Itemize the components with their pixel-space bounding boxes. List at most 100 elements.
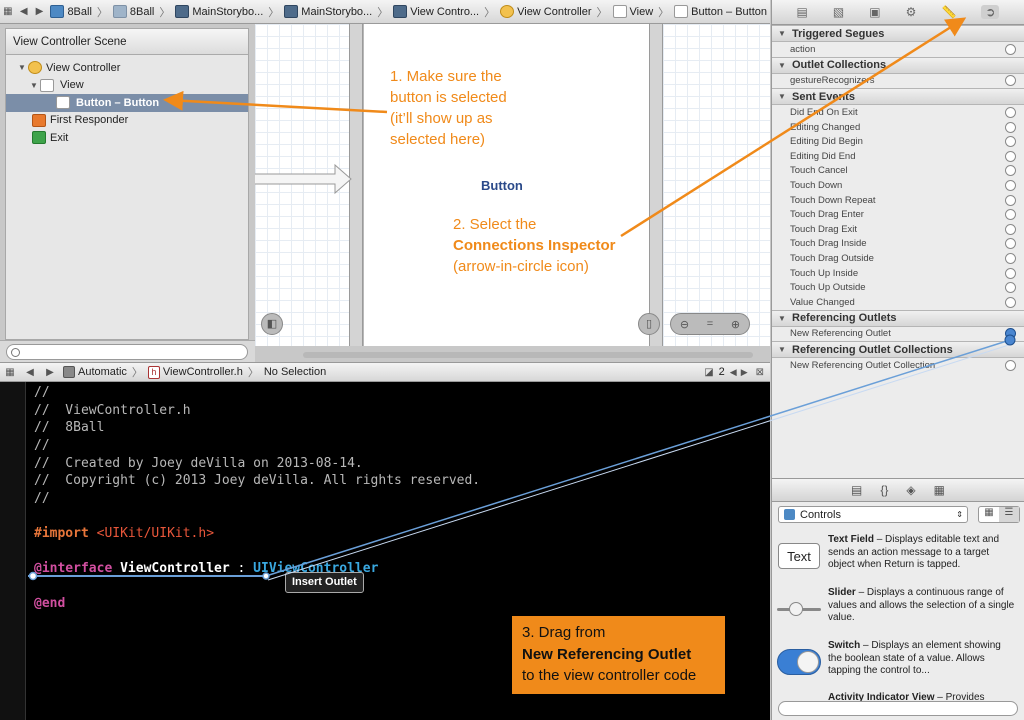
media-library-icon[interactable]: ▦ bbox=[934, 483, 945, 497]
inspector-connection-row[interactable]: Touch Down Repeat bbox=[772, 193, 1024, 208]
related-files-icon[interactable]: ▦ bbox=[0, 367, 20, 378]
connection-circle-icon[interactable] bbox=[1005, 194, 1016, 206]
file-inspector-icon[interactable]: ▤ bbox=[797, 5, 808, 19]
connection-circle-icon[interactable] bbox=[1005, 328, 1016, 340]
back-arrow-icon[interactable]: ◀ bbox=[20, 367, 40, 378]
disclosure-triangle-icon[interactable]: ▼ bbox=[28, 81, 40, 90]
library-item-slider[interactable]: Slider – Displays a continuous range of … bbox=[776, 587, 1016, 637]
canvas-toggle-outline-button[interactable]: ◧ bbox=[261, 313, 283, 335]
storyboard-canvas[interactable]: Button ◧ ▯ ⊖ = ⊕ bbox=[255, 24, 770, 358]
inspector-connection-row[interactable]: action bbox=[772, 42, 1024, 57]
breadcrumb-button[interactable]: Button – Button bbox=[671, 5, 770, 18]
file-template-icon[interactable]: ▤ bbox=[851, 483, 862, 497]
connection-circle-icon[interactable] bbox=[1005, 150, 1016, 162]
inspector-connection-row[interactable]: Touch Down bbox=[772, 178, 1024, 193]
connection-circle-icon[interactable] bbox=[1005, 43, 1016, 55]
grid-view-icon[interactable]: ▦ bbox=[979, 507, 999, 522]
canvas-zoom-controls[interactable]: ⊖ = ⊕ bbox=[670, 313, 750, 335]
inspector-connection-row[interactable]: New Referencing Outlet bbox=[772, 327, 1024, 342]
breadcrumb-storyboard[interactable]: MainStorybo... bbox=[172, 5, 266, 18]
inspector-section-header[interactable]: ▼ Referencing Outlet Collections bbox=[772, 341, 1024, 359]
connections-inspector-icon[interactable]: ➲ bbox=[981, 5, 1000, 19]
disclosure-triangle-icon[interactable]: ▼ bbox=[776, 345, 788, 354]
disclosure-triangle-icon[interactable]: ▼ bbox=[16, 63, 28, 72]
code-snippet-icon[interactable]: {} bbox=[880, 483, 888, 497]
inspector-connection-row[interactable]: Editing Did End bbox=[772, 149, 1024, 164]
inspector-connection-row[interactable]: Touch Up Outside bbox=[772, 280, 1024, 295]
editor-file-breadcrumb[interactable]: h ViewController.h bbox=[145, 365, 246, 379]
inspector-connection-row[interactable]: Editing Did Begin bbox=[772, 134, 1024, 149]
connection-circle-icon[interactable] bbox=[1005, 282, 1016, 294]
connection-circle-icon[interactable] bbox=[1005, 136, 1016, 148]
grid-icon[interactable]: ▦ bbox=[0, 6, 16, 17]
forward-arrow-icon[interactable]: ▶ bbox=[40, 367, 60, 378]
icon-view-toggle[interactable]: ▦ ☰ bbox=[978, 506, 1020, 523]
inspector-connection-row[interactable]: Did End On Exit bbox=[772, 105, 1024, 120]
connection-circle-icon[interactable] bbox=[1005, 223, 1016, 235]
inspector-connection-row[interactable]: Editing Changed bbox=[772, 120, 1024, 135]
inspector-connection-row[interactable]: Touch Up Inside bbox=[772, 266, 1024, 281]
breadcrumb-scene[interactable]: View Contro... bbox=[390, 5, 482, 18]
outline-item-first-responder[interactable]: First Responder bbox=[6, 112, 248, 130]
attributes-inspector-icon[interactable]: ⚙ bbox=[906, 5, 917, 19]
connection-circle-icon[interactable] bbox=[1005, 296, 1016, 308]
identity-inspector-icon[interactable]: ▣ bbox=[869, 5, 880, 19]
disclosure-triangle-icon[interactable]: ▼ bbox=[776, 314, 788, 323]
breadcrumb-folder[interactable]: 8Ball bbox=[110, 5, 157, 18]
size-inspector-icon[interactable]: 📏 bbox=[941, 5, 956, 19]
close-editor-icon[interactable]: ⊠ bbox=[750, 367, 770, 378]
inspector-connection-row[interactable]: Touch Cancel bbox=[772, 164, 1024, 179]
inspector-connection-row[interactable]: Touch Drag Exit bbox=[772, 222, 1024, 237]
previous-counterpart-icon[interactable]: ◀ bbox=[728, 367, 739, 378]
outline-item-view[interactable]: ▼ View bbox=[6, 77, 248, 95]
connection-circle-icon[interactable] bbox=[1005, 209, 1016, 221]
breadcrumb-storyboard-base[interactable]: MainStorybo... bbox=[281, 5, 375, 18]
canvas-button[interactable]: Button bbox=[481, 178, 523, 193]
inspector-connection-row[interactable]: Value Changed bbox=[772, 295, 1024, 310]
connection-circle-icon[interactable] bbox=[1005, 179, 1016, 191]
inspector-section-header[interactable]: ▼ Referencing Outlets bbox=[772, 309, 1024, 327]
library-search-field[interactable] bbox=[778, 701, 1018, 716]
inspector-connection-row[interactable]: Touch Drag Outside bbox=[772, 251, 1024, 266]
connection-circle-icon[interactable] bbox=[1005, 238, 1016, 250]
disclosure-triangle-icon[interactable]: ▼ bbox=[776, 92, 788, 101]
assistant-mode-selector[interactable]: Automatic bbox=[60, 366, 130, 378]
library-filter-dropdown[interactable]: Controls ⇕ bbox=[778, 506, 968, 523]
connection-circle-icon[interactable] bbox=[1005, 165, 1016, 177]
counterpart-menu-icon[interactable]: ◪ bbox=[702, 367, 715, 378]
list-view-icon[interactable]: ☰ bbox=[999, 507, 1019, 522]
scene-header[interactable]: View Controller Scene bbox=[6, 29, 248, 55]
zoom-actual-icon[interactable]: = bbox=[707, 318, 713, 330]
editor-selection-breadcrumb[interactable]: No Selection bbox=[261, 366, 329, 378]
back-arrow-icon[interactable]: ◀ bbox=[16, 6, 32, 17]
object-library-icon[interactable]: ◈ bbox=[906, 483, 915, 497]
next-counterpart-icon[interactable]: ▶ bbox=[739, 367, 750, 378]
connection-circle-icon[interactable] bbox=[1005, 106, 1016, 118]
disclosure-triangle-icon[interactable]: ▼ bbox=[776, 29, 788, 38]
connection-circle-icon[interactable] bbox=[1005, 121, 1016, 133]
breadcrumb-view-controller[interactable]: View Controller bbox=[497, 5, 594, 18]
inspector-connection-row[interactable]: Touch Drag Inside bbox=[772, 237, 1024, 252]
inspector-connection-row[interactable]: New Referencing Outlet Collection bbox=[772, 358, 1024, 373]
inspector-section-header[interactable]: ▼ Outlet Collections bbox=[772, 56, 1024, 74]
zoom-in-icon[interactable]: ⊕ bbox=[731, 318, 740, 331]
outline-filter-field[interactable] bbox=[6, 344, 248, 360]
outline-item-button[interactable]: Button – Button bbox=[6, 94, 248, 112]
inspector-connection-row[interactable]: Touch Drag Enter bbox=[772, 207, 1024, 222]
connection-circle-icon[interactable] bbox=[1005, 75, 1016, 87]
connection-circle-icon[interactable] bbox=[1005, 267, 1016, 279]
connection-circle-icon[interactable] bbox=[1005, 359, 1016, 371]
zoom-out-icon[interactable]: ⊖ bbox=[680, 318, 689, 331]
inspector-section-header[interactable]: ▼ Sent Events bbox=[772, 88, 1024, 106]
inspector-connection-row[interactable]: gestureRecognizers bbox=[772, 74, 1024, 89]
outline-item-view-controller[interactable]: ▼ View Controller bbox=[6, 59, 248, 77]
connection-circle-icon[interactable] bbox=[1005, 252, 1016, 264]
canvas-horizontal-scrollbar[interactable] bbox=[303, 352, 753, 358]
library-item-switch[interactable]: Switch – Displays an element showing the… bbox=[776, 640, 1016, 690]
canvas-form-factor-button[interactable]: ▯ bbox=[638, 313, 660, 335]
quick-help-icon[interactable]: ▧ bbox=[833, 5, 844, 19]
forward-arrow-icon[interactable]: ▶ bbox=[32, 6, 48, 17]
disclosure-triangle-icon[interactable]: ▼ bbox=[776, 61, 788, 70]
inspector-section-header[interactable]: ▼ Triggered Segues bbox=[772, 25, 1024, 42]
breadcrumb-project[interactable]: 8Ball bbox=[47, 5, 94, 18]
